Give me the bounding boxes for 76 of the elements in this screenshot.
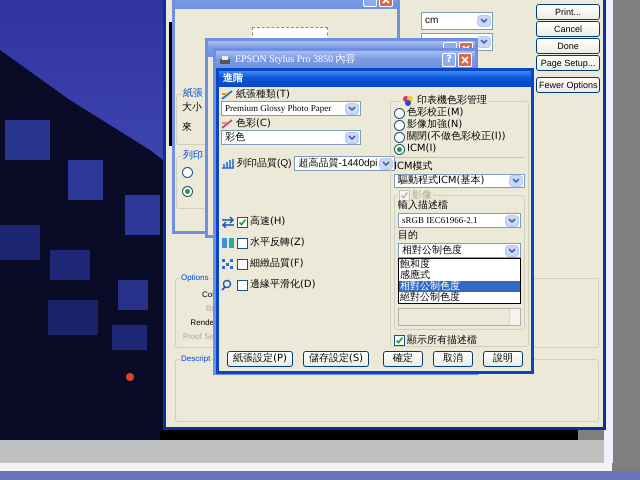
group-title: 紙張 [182,89,204,99]
checkbox[interactable] [237,238,248,248]
field-label: 列印品質(Q) [237,158,292,168]
pencil-icon [221,90,234,100]
radio-button[interactable] [394,108,405,118]
dropdown[interactable]: cm [421,12,493,30]
field-label: 目的 [398,231,418,241]
color-balls-icon [402,95,414,107]
radio-button[interactable] [394,132,405,142]
radio-button[interactable] [182,186,193,197]
checkbox-label: 水平反轉(Z) [250,238,305,248]
radio-label: 色彩校正(M) [407,108,464,118]
brush-icon [221,118,234,130]
button[interactable]: 確定 [383,351,423,367]
dropdown[interactable]: 超高品質-1440dpi [294,156,396,171]
close-button[interactable] [458,53,472,67]
button[interactable]: 說明 [483,351,523,367]
dropdown[interactable]: sRGB IEC61966-2.1 [398,213,521,228]
button[interactable]: Page Setup... [536,55,600,71]
checkbox[interactable] [237,280,248,290]
checkbox-label: 高速(H) [250,217,286,227]
group-title: Options [180,274,210,282]
radio-label: 影像加強(N) [407,120,462,130]
window-title: EPSON Stylus Pro 3850 內容 [235,55,356,65]
button[interactable]: Fewer Options [536,77,600,93]
button[interactable]: 紙張設定(P) [227,351,293,367]
option-label: Br [206,305,214,313]
arrows-icon [221,216,235,228]
checkbox-label: 影像 [412,190,432,200]
quality-icon [221,158,235,169]
button[interactable]: 儲存設定(S) [303,351,369,367]
field-label: ICM模式 [394,162,433,172]
dropdown-arrow-icon [505,214,519,226]
checkbox-label: 邊緣平滑化(D) [250,280,316,290]
checkbox[interactable] [237,258,248,270]
printer-icon [219,54,231,66]
button[interactable]: Done [536,38,600,54]
option-label: Rende [190,319,214,327]
list-option[interactable]: 飽和度 [399,259,520,270]
list-option[interactable]: 感應式 [399,270,520,281]
field-label: 紙張種類(T) [236,90,290,100]
dropdown-arrow-icon [345,132,359,144]
dropdown[interactable]: Premium Glossy Photo Paper [221,101,361,116]
dropdown-arrow-icon [509,175,523,187]
dropdown-arrow-icon [379,158,394,170]
list-option[interactable]: 相對公制色度 [399,281,520,292]
dropdown-arrow-icon [477,15,491,27]
flip-icon [221,237,235,249]
group-title: 印表機色彩管理 [417,96,487,106]
radio-button[interactable] [394,120,405,130]
checkbox-label: 顯示所有描述檔 [407,336,477,346]
group-title: Descript [180,355,212,363]
radio-button[interactable] [182,167,193,178]
grid-icon [221,258,235,270]
window-title: 進階 [223,74,243,84]
field-label: 來 [182,123,192,133]
button[interactable]: Cancel [536,21,600,37]
group-title: 列印 [182,151,204,161]
dropdown[interactable]: 驅動程式ICM(基本) [394,174,525,188]
field-label: 輸入描述檔 [398,201,448,211]
checkbox[interactable] [394,335,405,346]
dropdown[interactable]: 彩色 [221,130,361,145]
dropdown-arrow-icon [345,102,359,114]
checkbox[interactable] [237,216,248,228]
field-label: 大小 [182,103,202,113]
button[interactable]: Print... [536,4,600,20]
field-label: 色彩(C) [236,119,271,129]
dropdown-arrow-icon [505,244,519,256]
checkbox-label: 細緻品質(F) [250,259,304,269]
radio-label: 關閉(不做色彩校正(I)) [407,132,506,142]
list-option[interactable]: 絕對公制色度 [399,292,520,303]
dropdown[interactable]: 相對公制色度 [398,243,521,258]
dropdown-arrow-icon [477,36,491,48]
radio-button[interactable] [394,144,405,154]
radio-label: ICM(I) [407,144,436,154]
button[interactable]: 取消 [433,351,473,367]
